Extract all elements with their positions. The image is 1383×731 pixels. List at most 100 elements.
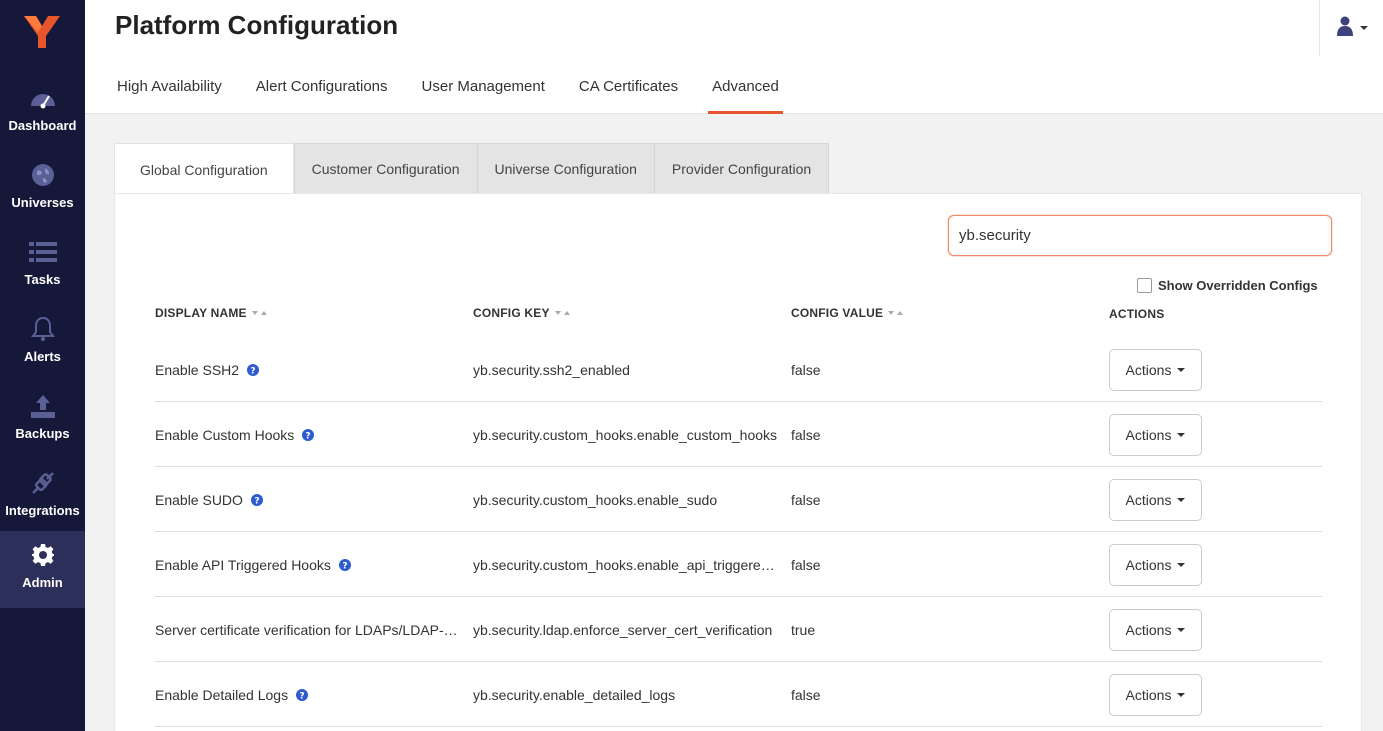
- column-header-config-value[interactable]: CONFIG VALUE: [791, 306, 904, 320]
- tab-advanced[interactable]: Advanced: [708, 76, 783, 114]
- actions-cell: Actions: [1109, 532, 1309, 597]
- actions-cell: Actions: [1109, 662, 1309, 727]
- svg-text:?: ?: [250, 366, 255, 376]
- help-icon[interactable]: ?: [247, 363, 260, 376]
- display-name-cell: Enable SSH2 ?: [155, 337, 463, 402]
- caret-down-icon: [1177, 692, 1186, 697]
- column-header-display-name[interactable]: DISPLAY NAME: [155, 306, 268, 320]
- actions-dropdown-button[interactable]: Actions: [1109, 608, 1202, 651]
- sidebar-item-label: Admin: [22, 575, 63, 590]
- globe-icon: [29, 161, 57, 189]
- config-key-cell: yb.security.ldap.enforce_server_cert_ver…: [473, 621, 773, 638]
- sidebar-item-alerts[interactable]: Alerts: [0, 311, 85, 385]
- help-icon[interactable]: ?: [296, 688, 309, 701]
- config-value-cell: false: [791, 556, 821, 573]
- page-header: Platform Configuration High Availability…: [85, 0, 1383, 114]
- sidebar-item-universes[interactable]: Universes: [0, 157, 85, 231]
- table-row: Server certificate verification for LDAP…: [155, 597, 1322, 662]
- table-row: Enable Custom Hooks ? yb.security.custom…: [155, 402, 1322, 467]
- sidebar-item-label: Alerts: [24, 349, 61, 364]
- actions-cell: Actions: [1109, 402, 1309, 467]
- svg-text:?: ?: [342, 561, 347, 571]
- tab-ca-certificates[interactable]: CA Certificates: [577, 76, 680, 114]
- display-name-cell: Enable Detailed Logs ?: [155, 662, 463, 727]
- sidebar-item-dashboard[interactable]: Dashboard: [0, 80, 85, 154]
- config-panel: Show Overridden Configs DISPLAY NAME CON…: [114, 193, 1362, 731]
- search-input[interactable]: [948, 215, 1332, 256]
- caret-down-icon: [1177, 627, 1186, 632]
- config-key-cell: yb.security.custom_hooks.enable_api_trig…: [473, 556, 781, 573]
- user-icon: [1336, 16, 1354, 41]
- actions-dropdown-button[interactable]: Actions: [1109, 543, 1202, 586]
- help-icon[interactable]: ?: [250, 493, 263, 506]
- yugabyte-logo-icon[interactable]: [22, 14, 62, 50]
- sidebar-item-integrations[interactable]: Integrations: [0, 465, 85, 539]
- column-header-actions: ACTIONS: [1109, 307, 1165, 321]
- sidebar-item-backups[interactable]: Backups: [0, 388, 85, 462]
- sort-icon: [251, 309, 268, 317]
- user-menu-button[interactable]: [1319, 0, 1383, 56]
- actions-dropdown-button[interactable]: Actions: [1109, 413, 1202, 456]
- sidebar-item-label: Dashboard: [8, 118, 77, 133]
- actions-dropdown-button[interactable]: Actions: [1109, 478, 1202, 521]
- tab-alert-configurations[interactable]: Alert Configurations: [254, 76, 390, 114]
- help-icon[interactable]: ?: [338, 558, 351, 571]
- table-row: Enable API Triggered Hooks ? yb.security…: [155, 532, 1322, 597]
- svg-text:?: ?: [299, 691, 304, 701]
- table-row: Enable SSH2 ? yb.security.ssh2_enabled f…: [155, 337, 1322, 402]
- config-key-cell: yb.security.ssh2_enabled: [473, 361, 630, 378]
- show-overridden-checkbox[interactable]: [1137, 278, 1152, 293]
- caret-down-icon: [1177, 562, 1186, 567]
- gear-icon: [29, 541, 57, 569]
- config-value-cell: false: [791, 426, 821, 443]
- actions-cell: Actions: [1109, 467, 1309, 532]
- svg-text:?: ?: [254, 496, 259, 506]
- upload-icon: [29, 392, 57, 420]
- sort-icon: [554, 309, 571, 317]
- actions-cell: Actions: [1109, 337, 1309, 402]
- config-key-cell: yb.security.custom_hooks.enable_sudo: [473, 491, 718, 508]
- config-key-cell: yb.security.enable_detailed_logs: [473, 686, 676, 703]
- actions-dropdown-button[interactable]: Actions: [1109, 348, 1202, 391]
- caret-down-icon: [1177, 432, 1186, 437]
- svg-text:?: ?: [306, 431, 311, 441]
- tab-provider-configuration[interactable]: Provider Configuration: [654, 143, 830, 194]
- tab-high-availability[interactable]: High Availability: [115, 76, 224, 114]
- config-key-cell: yb.security.custom_hooks.enable_custom_h…: [473, 426, 778, 443]
- sidebar-item-admin[interactable]: Admin: [0, 531, 85, 608]
- config-sub-tabs: Global Configuration Customer Configurat…: [114, 143, 830, 195]
- sidebar: Dashboard Universes Tasks Alerts Backups…: [0, 0, 85, 731]
- config-value-cell: false: [791, 491, 821, 508]
- sort-icon: [888, 309, 904, 317]
- table-row: Enable SUDO ? yb.security.custom_hooks.e…: [155, 467, 1322, 532]
- actions-cell: Actions: [1109, 597, 1309, 662]
- tab-global-configuration[interactable]: Global Configuration: [114, 143, 294, 195]
- caret-down-icon: [1177, 497, 1186, 502]
- sidebar-item-label: Universes: [11, 195, 74, 210]
- top-tabs: High Availability Alert Configurations U…: [115, 76, 811, 114]
- sidebar-item-label: Backups: [15, 426, 70, 441]
- display-name-cell: Enable Custom Hooks ?: [155, 402, 463, 467]
- caret-down-icon: [1177, 367, 1186, 372]
- dashboard-gauge-icon: [29, 84, 57, 112]
- page-title: Platform Configuration: [115, 10, 399, 40]
- tab-customer-configuration[interactable]: Customer Configuration: [293, 143, 478, 194]
- column-header-config-key[interactable]: CONFIG KEY: [473, 306, 571, 320]
- sidebar-item-label: Integrations: [5, 503, 80, 518]
- actions-dropdown-button[interactable]: Actions: [1109, 673, 1202, 716]
- list-icon: [28, 238, 57, 266]
- display-name-cell: Enable API Triggered Hooks ?: [155, 532, 463, 597]
- config-value-cell: true: [791, 621, 816, 638]
- show-overridden-label: Show Overridden Configs: [1158, 278, 1318, 293]
- display-name-cell: Enable SUDO ?: [155, 467, 463, 532]
- chevron-down-icon: [1359, 26, 1368, 30]
- config-value-cell: false: [791, 686, 821, 703]
- tab-universe-configuration[interactable]: Universe Configuration: [477, 143, 655, 194]
- table-row: Enable Detailed Logs ? yb.security.enabl…: [155, 662, 1322, 727]
- tab-user-management[interactable]: User Management: [420, 76, 547, 114]
- sidebar-item-tasks[interactable]: Tasks: [0, 234, 85, 308]
- show-overridden-toggle[interactable]: Show Overridden Configs: [1137, 278, 1318, 293]
- config-value-cell: false: [791, 361, 821, 378]
- sidebar-item-label: Tasks: [24, 272, 61, 287]
- help-icon[interactable]: ?: [302, 428, 315, 441]
